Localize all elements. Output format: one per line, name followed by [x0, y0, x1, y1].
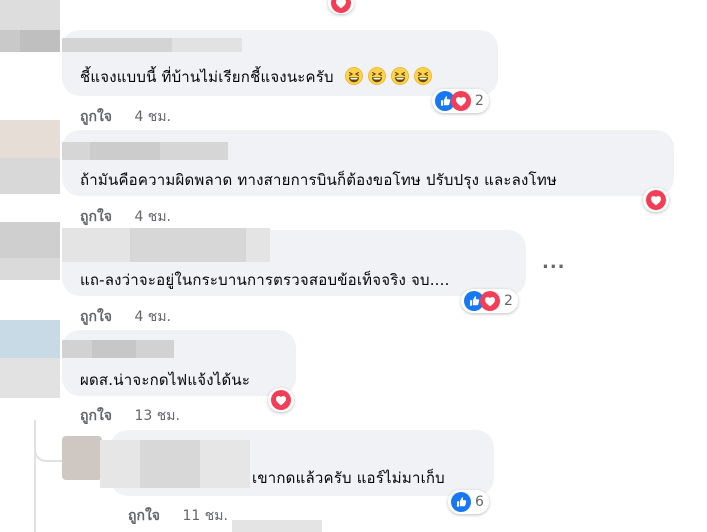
avatar-mosaic: [0, 358, 60, 398]
comment-text: ถ้ามันคือความผิดพลาด ทางสายการบินก็ต้องข…: [80, 171, 557, 189]
commenter-name-mosaic: [90, 142, 160, 160]
love-icon: [271, 390, 291, 410]
commenter-name[interactable]: [62, 38, 172, 52]
avatar[interactable]: [0, 0, 60, 30]
reaction-summary[interactable]: 2: [432, 89, 489, 113]
reaction-summary[interactable]: 2: [461, 289, 518, 313]
like-button[interactable]: ถูกใจ: [80, 109, 112, 125]
love-reaction-icon[interactable]: [328, 0, 354, 14]
avatar[interactable]: [0, 120, 60, 158]
grinning-squinting-face-icon: [344, 67, 363, 85]
avatar[interactable]: [232, 520, 322, 532]
commenter-name-mosaic: [92, 340, 136, 358]
comment-text: แถ-ลงว่าจะอยู่ในกระบานการตรวจสอบข้อเท็จจ…: [80, 271, 450, 289]
avatar[interactable]: [0, 320, 60, 358]
comment-actions: ถูกใจ 11 ชม.: [128, 505, 228, 527]
reaction-count: 6: [475, 494, 484, 510]
like-button[interactable]: ถูกใจ: [128, 508, 160, 524]
avatar-mosaic: [20, 30, 60, 52]
reaction-summary[interactable]: [643, 188, 669, 212]
love-icon: [480, 291, 500, 311]
reaction-count: 2: [475, 93, 484, 109]
comment-actions: ถูกใจ 4 ชม.: [80, 306, 171, 328]
comment-text: ผดส.น่าจะกดไฟแจ้งได้นะ: [80, 371, 251, 389]
comment-text: เขากดแล้วครับ แอร์ไม่มาเก็บ: [252, 469, 445, 487]
comment-text-body: ชี้แจงแบบนี้ ที่บ้านไม่เรียกชี้แจงนะครับ: [80, 68, 334, 86]
reaction-summary[interactable]: [268, 388, 294, 412]
avatar[interactable]: [62, 436, 102, 480]
like-button[interactable]: ถูกใจ: [80, 209, 112, 225]
emoji-row: [344, 67, 432, 89]
timestamp[interactable]: 4 ชม.: [134, 309, 171, 325]
commenter-name-mosaic: [140, 440, 200, 488]
avatar[interactable]: [0, 222, 60, 258]
more-options-button[interactable]: ...: [542, 252, 566, 273]
comment-actions: ถูกใจ 4 ชม.: [80, 106, 171, 128]
timestamp[interactable]: 4 ชม.: [134, 109, 171, 125]
reaction-count: 2: [504, 293, 513, 309]
grinning-squinting-face-icon: [413, 67, 432, 85]
timestamp[interactable]: 11 ชม.: [182, 508, 227, 524]
grinning-squinting-face-icon: [390, 67, 409, 85]
commenter-name-mosaic: [172, 38, 242, 52]
love-icon: [451, 91, 471, 111]
avatar-mosaic: [0, 158, 60, 194]
like-icon: [451, 492, 471, 512]
timestamp[interactable]: 4 ชม.: [134, 209, 171, 225]
grinning-squinting-face-icon: [367, 67, 386, 85]
timestamp[interactable]: 13 ชม.: [134, 408, 179, 424]
comment-text: ชี้แจงแบบนี้ ที่บ้านไม่เรียกชี้แจงนะครับ: [80, 65, 432, 89]
like-button[interactable]: ถูกใจ: [80, 309, 112, 325]
like-button[interactable]: ถูกใจ: [80, 408, 112, 424]
love-icon: [646, 190, 666, 210]
reaction-summary[interactable]: 6: [448, 490, 489, 514]
comment-actions: ถูกใจ 4 ชม.: [80, 206, 171, 228]
avatar-mosaic: [0, 258, 60, 280]
commenter-name-mosaic: [130, 228, 246, 262]
comment-actions: ถูกใจ 13 ชม.: [80, 405, 180, 427]
